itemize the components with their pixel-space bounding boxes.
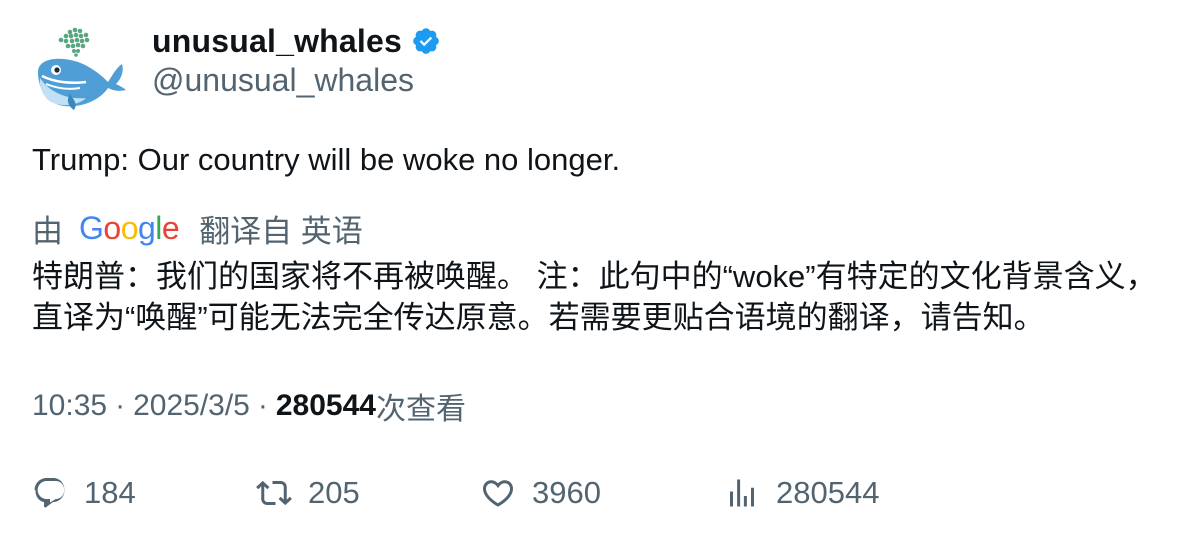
like-count: 3960 xyxy=(532,475,601,510)
like-button[interactable]: 3960 xyxy=(480,468,601,518)
reply-count: 184 xyxy=(84,475,136,510)
google-logo-letter: g xyxy=(137,209,156,246)
google-logo-letter: G xyxy=(79,209,104,246)
views-count: 280544 xyxy=(275,389,376,422)
google-logo: Google xyxy=(79,209,180,247)
whale-logo-icon xyxy=(38,27,126,110)
meta-separator: · xyxy=(115,389,126,422)
tweet-actions: 184 205 3960 280544 xyxy=(0,468,1196,518)
verified-badge-icon xyxy=(411,26,441,56)
author-display-name[interactable]: unusual_whales xyxy=(152,23,402,60)
author-handle[interactable]: @unusual_whales xyxy=(152,62,414,99)
reply-button[interactable]: 184 xyxy=(32,468,136,518)
views-label: 次查看 xyxy=(375,393,466,426)
google-logo-letter: l xyxy=(155,209,162,246)
avatar[interactable] xyxy=(30,24,126,114)
tweet-date[interactable]: 2025/3/5 xyxy=(133,389,250,423)
retweet-button[interactable]: 205 xyxy=(256,468,360,518)
translated-by-label: 由 xyxy=(32,213,63,249)
google-logo-letter: o xyxy=(120,209,139,246)
tweet-card: unusual_whales @unusual_whales Trump: Ou… xyxy=(0,0,1196,538)
heart-icon xyxy=(482,480,514,507)
analytics-icon xyxy=(730,479,754,507)
views-action-count: 280544 xyxy=(776,475,880,510)
google-logo-letter: o xyxy=(103,209,121,246)
translated-tweet-text: 特朗普：我们的国家将不再被唤醒。 注：此句中的“woke”有特定的文化背景含义，… xyxy=(32,259,1157,335)
reply-icon xyxy=(34,478,65,508)
google-logo-letter: e xyxy=(161,209,180,246)
tweet-time[interactable]: 10:35 xyxy=(32,389,107,423)
retweet-icon xyxy=(256,480,292,506)
tweet-meta: 10:35 · 2025/3/5 · 280544 次查看 xyxy=(32,384,466,428)
tweet-text: Trump: Our country will be woke no longe… xyxy=(32,142,621,177)
retweet-count: 205 xyxy=(308,475,360,510)
views-button[interactable]: 280544 xyxy=(724,468,879,518)
translation-attribution[interactable]: 由 Google 翻译自 英语 xyxy=(32,207,363,249)
translation-source-label: 翻译自 英语 xyxy=(199,213,363,249)
author-name-row: unusual_whales xyxy=(152,20,441,62)
meta-separator: · xyxy=(257,389,268,422)
